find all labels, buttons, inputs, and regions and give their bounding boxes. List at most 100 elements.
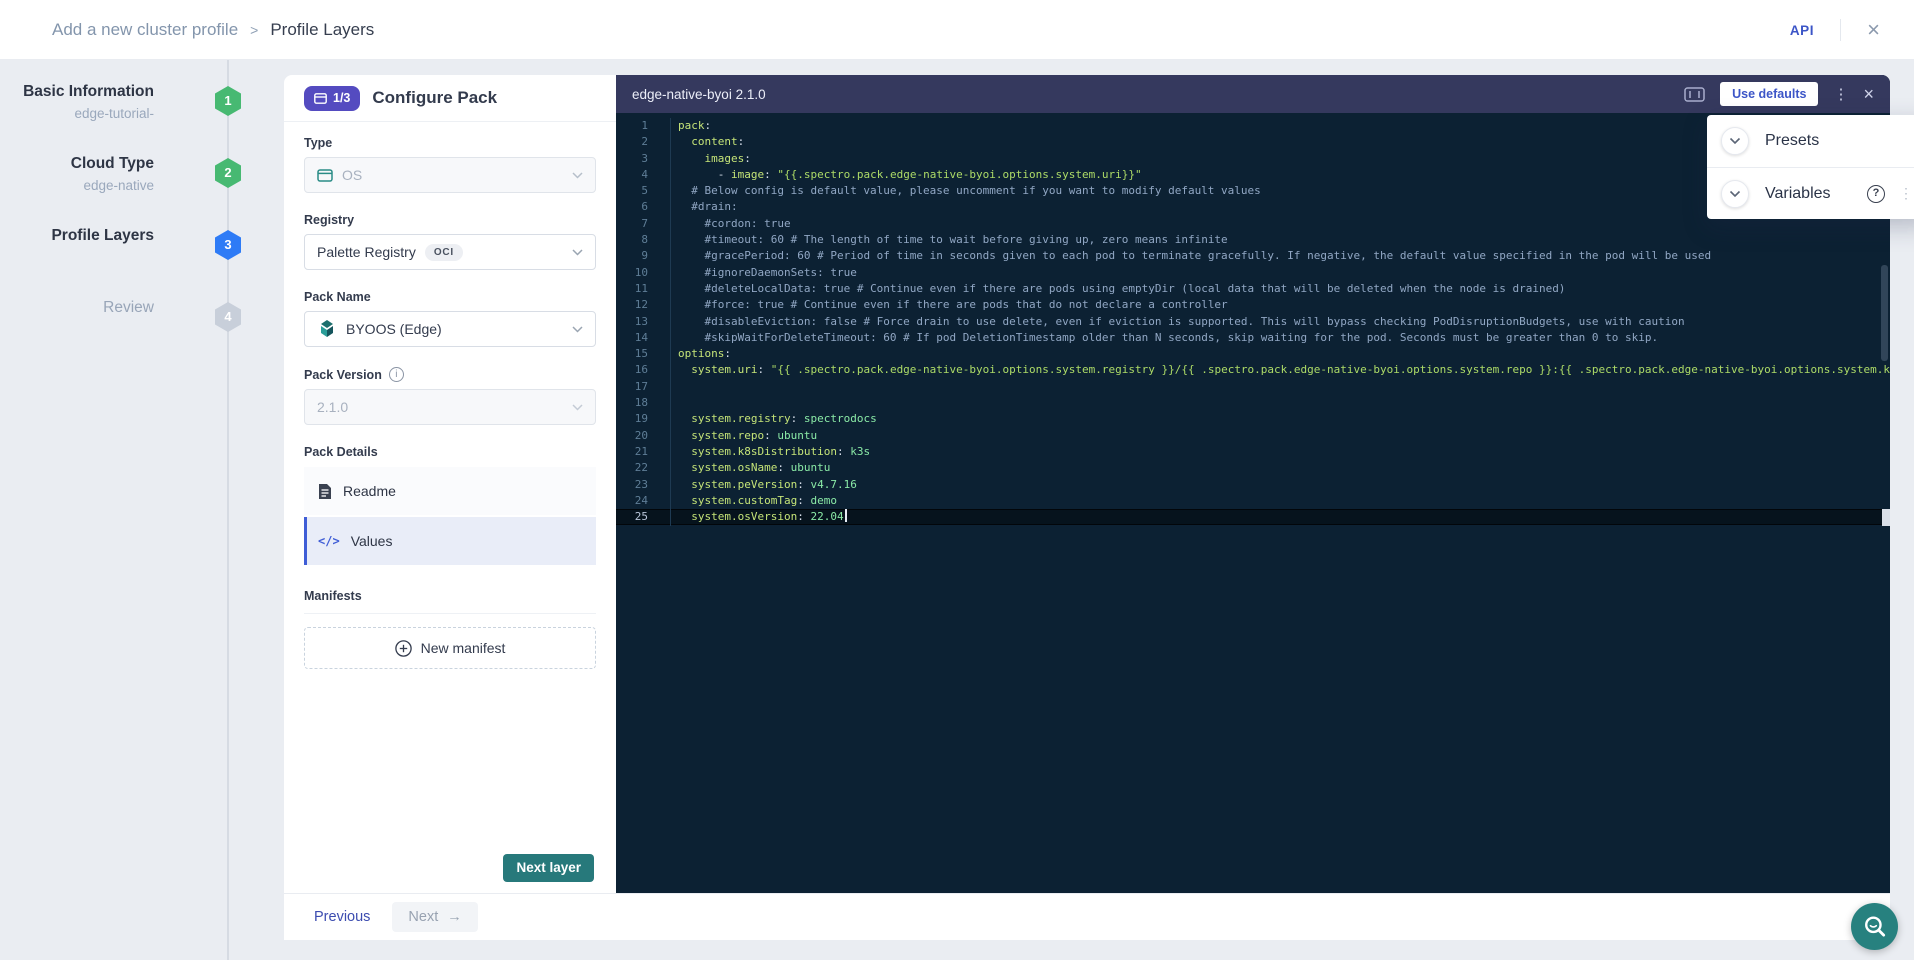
code-line[interactable]: 9 #gracePeriod: 60 # Period of time in s… (616, 248, 1890, 264)
stepper-item-cloud-type[interactable]: Cloud Typeedge-native (0, 155, 196, 193)
code-line[interactable]: 3 images: (616, 151, 1890, 167)
code-line[interactable]: 18 (616, 395, 1890, 411)
line-number: 9 (616, 248, 662, 264)
line-number: 12 (616, 297, 662, 313)
breadcrumb-parent-link[interactable]: Add a new cluster profile (52, 20, 238, 40)
line-number: 8 (616, 232, 662, 248)
code-line[interactable]: 21 system.k8sDistribution: k3s (616, 444, 1890, 460)
wizard-footer: Previous Next → (284, 893, 1890, 940)
variables-kebab-icon[interactable]: ⋮ (1899, 185, 1913, 202)
code-line[interactable]: 4 - image: "{{.spectro.pack.edge-native-… (616, 167, 1890, 183)
line-number: 23 (616, 477, 662, 493)
variables-expand-button[interactable] (1721, 180, 1749, 208)
manifests-divider (304, 613, 596, 614)
line-number: 3 (616, 151, 662, 167)
code-line[interactable]: 24 system.customTag: demo (616, 493, 1890, 509)
configure-pack-header: 1/3 Configure Pack (284, 75, 616, 122)
editor-header: edge-native-byoi 2.1.0 Use defaults ⋮ × (616, 75, 1890, 113)
code-line[interactable]: 20 system.repo: ubuntu (616, 428, 1890, 444)
step-count-label: 1/3 (333, 91, 350, 105)
chevron-down-icon (1729, 137, 1741, 145)
os-monitor-icon (317, 169, 333, 182)
previous-button[interactable]: Previous (314, 909, 370, 925)
editor-close-icon[interactable]: × (1863, 84, 1874, 105)
code-line[interactable]: 14 #skipWaitForDeleteTimeout: 60 # If po… (616, 330, 1890, 346)
step-number-hexagon[interactable]: 1 (215, 86, 241, 116)
code-line[interactable]: 8 #timeout: 60 # The length of time to w… (616, 232, 1890, 248)
code-line[interactable]: 11 #deleteLocalData: true # Continue eve… (616, 281, 1890, 297)
code-line[interactable]: 2 content: (616, 134, 1890, 150)
pack-name-select[interactable]: BYOOS (Edge) (304, 311, 596, 347)
code-line[interactable]: 19 system.registry: spectrodocs (616, 411, 1890, 427)
line-content: system.uri: "{{ .spectro.pack.edge-nativ… (662, 362, 1890, 378)
line-content: # Below config is default value, please … (662, 183, 1261, 199)
step-label: Review (0, 299, 196, 317)
line-content: #gracePeriod: 60 # Period of time in sec… (662, 248, 1711, 264)
line-content: #deleteLocalData: true # Continue even i… (662, 281, 1565, 297)
pack-details-label: Pack Details (304, 445, 596, 459)
line-number: 24 (616, 493, 662, 509)
pack-name-value: BYOOS (Edge) (346, 321, 442, 337)
presets-row[interactable]: Presets (1707, 115, 1914, 167)
next-button-disabled[interactable]: Next → (392, 902, 477, 932)
variables-label: Variables (1765, 185, 1831, 203)
line-number: 17 (616, 379, 662, 395)
step-number-hexagon[interactable]: 3 (215, 230, 241, 260)
step-number-hexagon[interactable]: 4 (215, 302, 241, 332)
code-icon: </> (318, 534, 340, 548)
line-number: 18 (616, 395, 662, 411)
help-chat-button[interactable] (1851, 903, 1898, 950)
line-number: 19 (616, 411, 662, 427)
chevron-down-icon (572, 172, 583, 179)
code-line[interactable]: 10 #ignoreDaemonSets: true (616, 265, 1890, 281)
line-content: system.registry: spectrodocs (662, 411, 877, 427)
editor-menu-kebab-icon[interactable]: ⋮ (1833, 85, 1848, 103)
presets-label: Presets (1765, 132, 1819, 150)
variables-row[interactable]: Variables ? ⋮ (1707, 167, 1914, 219)
presets-expand-button[interactable] (1721, 127, 1749, 155)
step-label: Profile Layers (0, 227, 196, 245)
chevron-down-icon (572, 326, 583, 333)
variables-help-icon[interactable]: ? (1867, 185, 1885, 203)
editor-scrollbar-thumb[interactable] (1881, 265, 1888, 361)
code-line[interactable]: 16 system.uri: "{{ .spectro.pack.edge-na… (616, 362, 1890, 378)
code-line[interactable]: 13 #disableEviction: false # Force drain… (616, 314, 1890, 330)
code-line[interactable]: 17 (616, 379, 1890, 395)
line-number: 4 (616, 167, 662, 183)
line-content: #cordon: true (662, 216, 791, 232)
info-icon[interactable]: i (389, 367, 404, 382)
code-line[interactable]: 12 #force: true # Continue even if there… (616, 297, 1890, 313)
use-defaults-button[interactable]: Use defaults (1720, 82, 1818, 106)
line-number: 1 (616, 118, 662, 134)
values-tab-label: Values (351, 533, 393, 549)
chevron-down-icon (572, 249, 583, 256)
code-line[interactable]: 1pack: (616, 118, 1890, 134)
values-tab[interactable]: </> Values (304, 517, 596, 565)
yaml-code-area[interactable]: 1pack:2 content:3 images:4 - image: "{{.… (616, 113, 1890, 893)
line-number: 16 (616, 362, 662, 378)
code-line[interactable]: 25 system.osVersion: 22.04 (616, 509, 1890, 525)
line-content: - image: "{{.spectro.pack.edge-native-by… (662, 167, 1142, 183)
text-cursor (845, 509, 847, 522)
registry-oci-badge: OCI (425, 244, 463, 261)
next-layer-button[interactable]: Next layer (503, 854, 594, 882)
code-line[interactable]: 6 #drain: (616, 199, 1890, 215)
code-line[interactable]: 15options: (616, 346, 1890, 362)
code-line[interactable]: 5 # Below config is default value, pleas… (616, 183, 1890, 199)
code-line[interactable]: 23 system.peVersion: v4.7.16 (616, 477, 1890, 493)
step-number-hexagon[interactable]: 2 (215, 158, 241, 188)
registry-select[interactable]: Palette Registry OCI (304, 234, 596, 270)
close-wizard-icon[interactable]: × (1867, 19, 1880, 41)
new-manifest-button[interactable]: New manifest (304, 627, 596, 669)
code-line[interactable]: 7 #cordon: true (616, 216, 1890, 232)
readme-tab[interactable]: Readme (304, 467, 596, 515)
stepper-item-basic-information[interactable]: Basic Informationedge-tutorial- (0, 83, 196, 121)
stepper-item-profile-layers[interactable]: Profile Layers (0, 227, 196, 245)
stepper-item-review[interactable]: Review (0, 299, 196, 317)
code-line[interactable]: 22 system.osName: ubuntu (616, 460, 1890, 476)
expand-editor-icon[interactable] (1684, 87, 1705, 102)
readme-tab-label: Readme (343, 483, 396, 499)
breadcrumb: Add a new cluster profile > Profile Laye… (52, 0, 374, 60)
api-button[interactable]: API (1790, 23, 1814, 38)
registry-value: Palette Registry (317, 244, 416, 260)
